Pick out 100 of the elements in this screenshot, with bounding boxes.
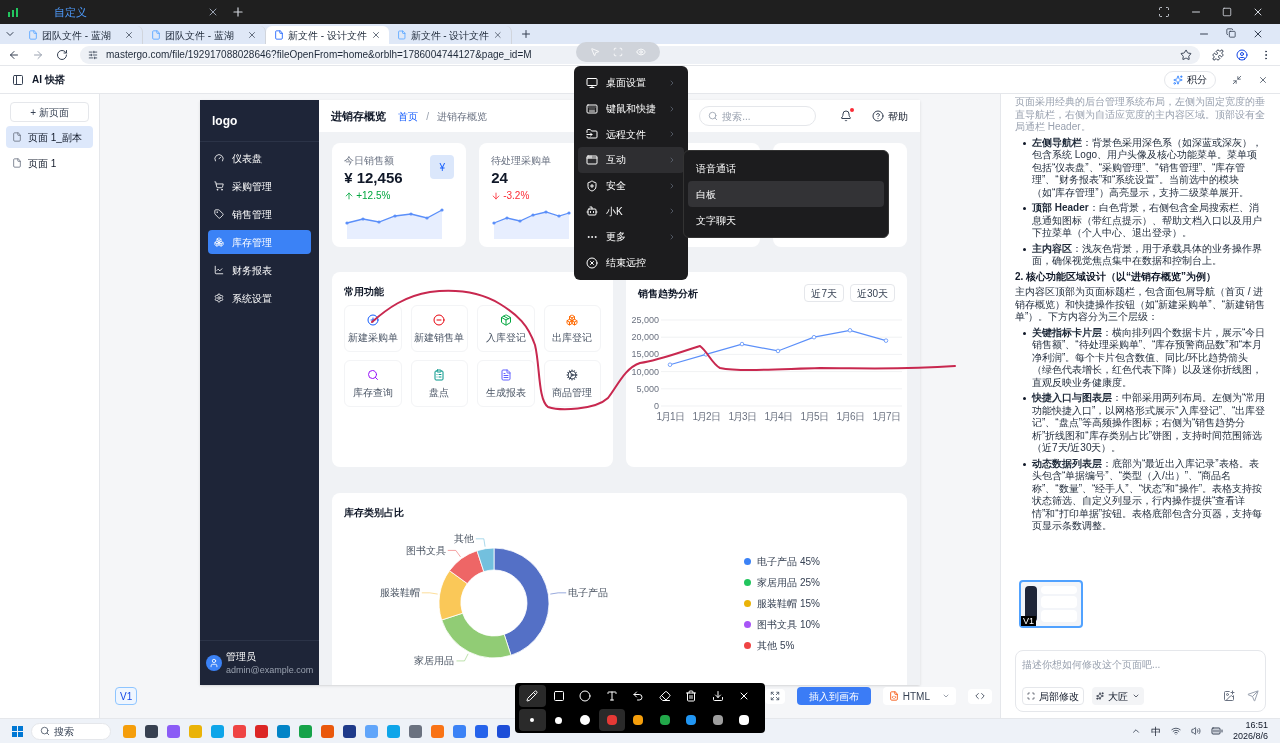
maximize-icon[interactable] xyxy=(1222,7,1232,17)
avatar[interactable] xyxy=(206,654,222,671)
app-icon[interactable] xyxy=(497,724,510,738)
wifi-icon[interactable] xyxy=(1170,726,1181,736)
stat-value: ¥ 12,456 xyxy=(344,168,403,188)
new-tab-icon[interactable] xyxy=(520,28,532,40)
clock-time[interactable]: 16:51 xyxy=(1245,720,1268,731)
battery-icon[interactable] xyxy=(1210,725,1223,737)
restore-icon[interactable] xyxy=(1226,28,1236,38)
nav-item[interactable]: 财务报表 xyxy=(208,258,312,282)
sidebar-icon[interactable] xyxy=(12,73,24,86)
thumbnail-label: V1 xyxy=(1021,616,1036,626)
submenu-item[interactable]: 语音通话 xyxy=(688,155,884,181)
quick-action-tile[interactable]: 库存查询 xyxy=(344,360,402,407)
menu-item[interactable]: 小K xyxy=(578,198,684,225)
paragraph: 主内容区顶部为页面标题栏，包含面包屑导航（首页 / 进销存概览）和快捷操作按钮（如“新建采购单”、“新建销售单”）。下方内容分为三个层级： xyxy=(1015,286,1266,324)
input-method-indicator[interactable]: 中 xyxy=(1150,723,1161,739)
nav-item[interactable]: 采购管理 xyxy=(208,174,312,198)
menu-item[interactable]: 远程文件 xyxy=(578,121,684,148)
line-chart-icon xyxy=(214,265,224,275)
range-button[interactable]: 近30天 xyxy=(850,284,896,302)
close-icon[interactable] xyxy=(1252,28,1264,40)
menu-item[interactable]: 互动 xyxy=(578,147,684,173)
data-point xyxy=(667,362,673,367)
quick-action-tile[interactable]: 盘点 xyxy=(410,360,469,407)
breadcrumb-link[interactable]: 首页 xyxy=(398,108,419,124)
help-link[interactable]: 帮助 xyxy=(888,108,909,124)
boxes-icon xyxy=(566,314,579,326)
color-button[interactable] xyxy=(598,709,625,731)
plus-circle-icon xyxy=(366,314,379,326)
format-dropdown[interactable]: HTML xyxy=(882,687,956,705)
app-icon[interactable] xyxy=(343,724,356,738)
version-thumbnail[interactable]: V1 xyxy=(1019,580,1083,628)
image-icon[interactable] xyxy=(1223,690,1235,702)
partial-edit-button[interactable]: 局部修改 xyxy=(1022,687,1084,705)
back-icon[interactable] xyxy=(8,48,20,61)
start-icon[interactable] xyxy=(12,725,23,737)
browser-tab[interactable]: 新文件 - 设计文件 xyxy=(266,26,389,44)
axis-tick-label: 1月6日 xyxy=(836,411,864,422)
app-icon[interactable] xyxy=(409,724,422,738)
html-file-icon xyxy=(888,691,899,701)
nav-item[interactable]: 库存管理 xyxy=(208,230,312,254)
reload-icon[interactable] xyxy=(56,48,68,61)
nav-item[interactable]: 销售管理 xyxy=(208,202,312,226)
menu-item[interactable]: 更多 xyxy=(578,224,684,250)
nav-item[interactable]: 系统设置 xyxy=(208,286,312,310)
quick-action-tile[interactable]: 新建采购单 xyxy=(344,305,402,352)
bell-icon[interactable] xyxy=(840,110,853,122)
new-page-button[interactable]: + 新页面 xyxy=(10,102,89,122)
menu-item[interactable]: 桌面设置 xyxy=(578,70,684,96)
volume-icon[interactable] xyxy=(1190,726,1201,736)
address-bar[interactable]: mastergo.com/file/192917088028646?fileOpenFrom=home&orblh=1786004744127&page_id=M xyxy=(80,45,1200,64)
frame-icon xyxy=(1027,692,1035,700)
profile-icon[interactable] xyxy=(1236,48,1248,61)
code-button[interactable] xyxy=(968,688,992,704)
quick-action-tile[interactable]: 出库登记 xyxy=(543,305,602,352)
chat-input[interactable]: 描述你想如何修改这个页面吧... 局部修改 大匠 xyxy=(1015,650,1266,712)
quick-action-tile[interactable]: 新建销售单 xyxy=(410,305,469,352)
quick-action-tile[interactable]: 入库登记 xyxy=(477,305,535,352)
stat-title: 今日销售额 xyxy=(344,154,395,168)
clock-date[interactable]: 2026/8/6 xyxy=(1232,731,1268,742)
model-dropdown[interactable]: 大匠 xyxy=(1092,687,1144,705)
version-badge[interactable]: V1 xyxy=(115,687,138,705)
boxes-icon xyxy=(214,237,224,247)
taskbar-search[interactable]: 搜索 xyxy=(31,722,111,740)
close-icon[interactable] xyxy=(1252,6,1264,18)
insert-to-canvas-button[interactable]: 插入到画布 xyxy=(796,687,871,705)
send-icon[interactable] xyxy=(1247,690,1259,702)
eraser-icon xyxy=(658,690,671,702)
menu-item[interactable]: 键鼠和快捷 xyxy=(578,95,684,122)
bullet-text: 动态数据列表层：底部为“最近出入库记录”表格。表头包含“单据编号”、“类型（入/出）”、“商品名称”、“数量”、“经手人”、“状态”和“操作”。表格支持按状态筛选、自定义列显示，行内操作提供“查看详情”和“打印单据”按钮。表格底部包含分页器，支持每页显示条数调整。 xyxy=(1032,457,1263,533)
chevron-up-icon[interactable] xyxy=(1130,726,1141,736)
help-icon[interactable] xyxy=(872,110,885,122)
nav-item[interactable]: 仪表盘 xyxy=(208,146,312,170)
bookmark-star-icon[interactable] xyxy=(1180,48,1192,61)
quick-action-tile[interactable]: 商品管理 xyxy=(543,360,602,407)
app-icon[interactable] xyxy=(255,724,268,738)
logo-text: logo xyxy=(212,112,238,130)
fullscreen-icon[interactable] xyxy=(1158,6,1170,18)
extensions-icon[interactable] xyxy=(1212,48,1224,61)
submenu-item[interactable]: 文字聊天 xyxy=(688,207,884,233)
circle-icon xyxy=(579,690,592,702)
text-tool-icon xyxy=(605,690,618,702)
menu-item[interactable]: 安全 xyxy=(578,172,684,199)
points-button[interactable]: 积分 xyxy=(1164,70,1216,89)
page-item[interactable]: 页面 1_副本 xyxy=(6,126,93,148)
collapse-icon[interactable] xyxy=(1232,74,1242,85)
menu-item[interactable]: 结束远控 xyxy=(578,249,684,276)
currency-badge: ¥ xyxy=(430,155,455,179)
new-tab-icon[interactable] xyxy=(231,5,245,19)
site-info-icon[interactable] xyxy=(88,49,98,60)
close-icon[interactable] xyxy=(207,6,219,18)
app-icon[interactable] xyxy=(475,724,488,738)
axis-tick-label: 20,000 xyxy=(631,332,660,343)
quick-action-tile[interactable]: 生成报表 xyxy=(477,360,535,407)
submenu-item[interactable]: 白板 xyxy=(688,181,884,207)
tool-button[interactable] xyxy=(519,685,546,707)
app-icon[interactable] xyxy=(145,724,158,738)
range-button[interactable]: 近7天 xyxy=(804,284,845,302)
search-icon xyxy=(708,111,719,121)
